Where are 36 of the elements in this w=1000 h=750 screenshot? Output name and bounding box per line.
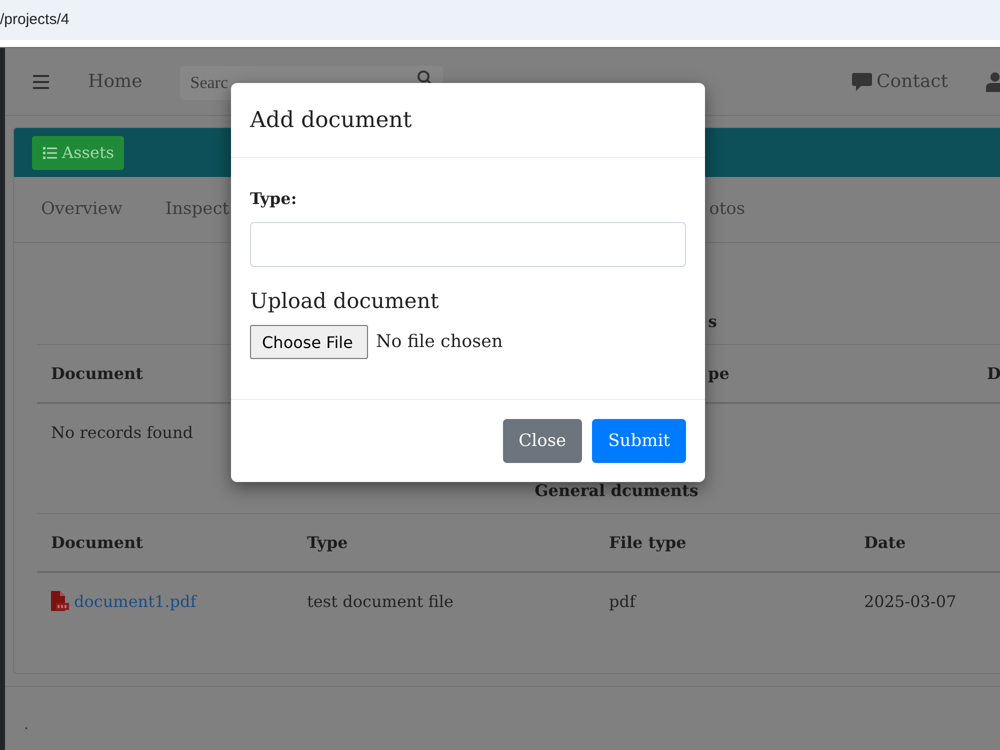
tab[interactable]: Overview — [41, 194, 122, 224]
home-link[interactable]: Home — [88, 71, 142, 92]
submit-button[interactable]: Submit — [592, 419, 686, 463]
menu-icon[interactable] — [33, 74, 49, 88]
document-icon — [51, 591, 69, 611]
user-icon[interactable] — [985, 72, 1000, 92]
footer-text: . — [24, 717, 28, 733]
tab[interactable]: otos — [709, 194, 746, 224]
upload-heading: Upload document — [250, 289, 439, 313]
section-title: s — [708, 312, 718, 331]
list-icon — [43, 146, 57, 158]
column-header: Document — [51, 533, 144, 552]
column-header: pe — [708, 364, 730, 383]
file-link[interactable]: document1.pdf — [74, 592, 196, 610]
type-input-field[interactable] — [250, 222, 686, 267]
column-header: D — [987, 364, 1000, 383]
table-cell: test document file — [307, 592, 454, 610]
assets-button[interactable]: Assets — [32, 136, 124, 170]
column-header: Type — [307, 533, 348, 552]
address-bar[interactable]: /projects/4 — [0, 0, 1000, 40]
column-header: Date — [864, 533, 906, 552]
column-header: Document — [51, 364, 144, 383]
dialog-title: Add document — [250, 108, 412, 132]
choose-file-button[interactable]: Choose File — [250, 325, 368, 359]
field-label: Type: — [250, 189, 297, 208]
contact-link[interactable]: Contact — [852, 71, 948, 92]
close-button[interactable]: Close — [502, 419, 582, 463]
empty-message: No records found — [51, 422, 194, 442]
table-cell: pdf — [609, 592, 636, 610]
tab[interactable]: Inspect — [165, 194, 230, 224]
table-cell: 2025-03-07 — [864, 592, 956, 610]
chat-icon — [852, 72, 872, 90]
file-status-text: No file chosen — [376, 332, 503, 352]
column-header: File type — [609, 533, 686, 552]
search-icon — [417, 70, 432, 84]
section-title: General dcuments — [534, 481, 698, 500]
